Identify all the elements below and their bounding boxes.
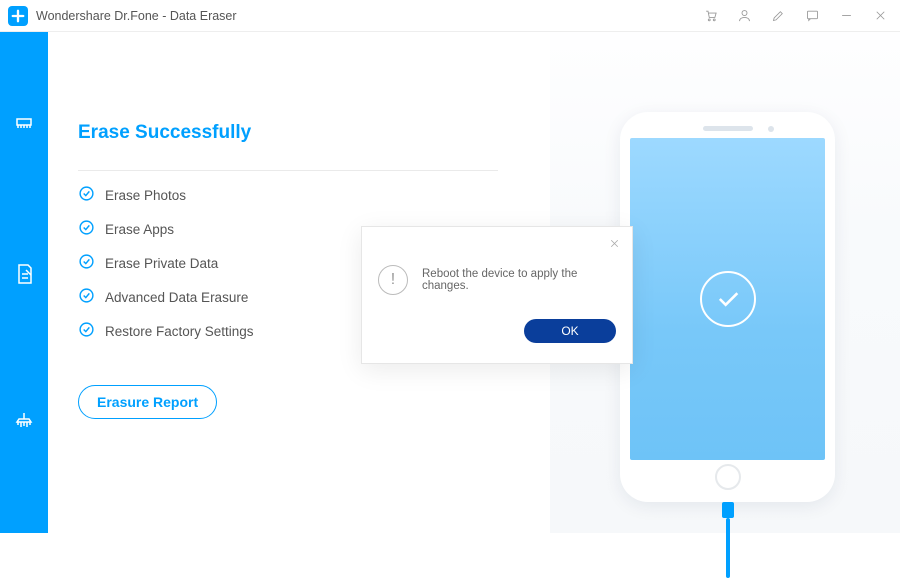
reboot-dialog: ! Reboot the device to apply the changes… <box>361 226 633 364</box>
cable-illustration <box>719 502 737 572</box>
list-item-label: Restore Factory Settings <box>105 324 254 339</box>
check-icon <box>78 321 95 341</box>
check-icon <box>78 253 95 273</box>
list-item-label: Erase Apps <box>105 222 174 237</box>
list-item-label: Erase Photos <box>105 188 186 203</box>
dialog-close-button[interactable] <box>606 235 622 251</box>
list-item-label: Advanced Data Erasure <box>105 290 248 305</box>
sidebar <box>0 32 48 533</box>
success-check-icon <box>700 271 756 327</box>
home-button-icon <box>715 464 741 490</box>
list-item-label: Erase Private Data <box>105 256 218 271</box>
window-title: Wondershare Dr.Fone - Data Eraser <box>36 9 702 23</box>
phone-illustration <box>620 112 835 502</box>
phone-screen <box>630 138 825 460</box>
check-icon <box>78 219 95 239</box>
edit-icon[interactable] <box>770 8 786 24</box>
dialog-message: Reboot the device to apply the changes. <box>422 268 616 292</box>
warning-icon: ! <box>378 265 408 295</box>
sidebar-item-eraser[interactable] <box>10 112 38 140</box>
erasure-report-button[interactable]: Erasure Report <box>78 385 217 419</box>
ok-button[interactable]: OK <box>524 319 616 343</box>
cart-icon[interactable] <box>702 8 718 24</box>
close-button[interactable] <box>872 8 888 24</box>
check-icon <box>78 185 95 205</box>
page-heading: Erase Successfully <box>78 122 498 144</box>
feedback-icon[interactable] <box>804 8 820 24</box>
check-icon <box>78 287 95 307</box>
list-item: Erase Photos <box>78 185 498 205</box>
app-logo <box>8 6 28 26</box>
sidebar-item-report[interactable] <box>10 260 38 288</box>
sidebar-item-cleanup[interactable] <box>10 408 38 436</box>
title-bar: Wondershare Dr.Fone - Data Eraser <box>0 0 900 32</box>
user-icon[interactable] <box>736 8 752 24</box>
minimize-button[interactable] <box>838 8 854 24</box>
content-area: Erase Successfully Erase Photos Erase Ap… <box>48 32 900 533</box>
